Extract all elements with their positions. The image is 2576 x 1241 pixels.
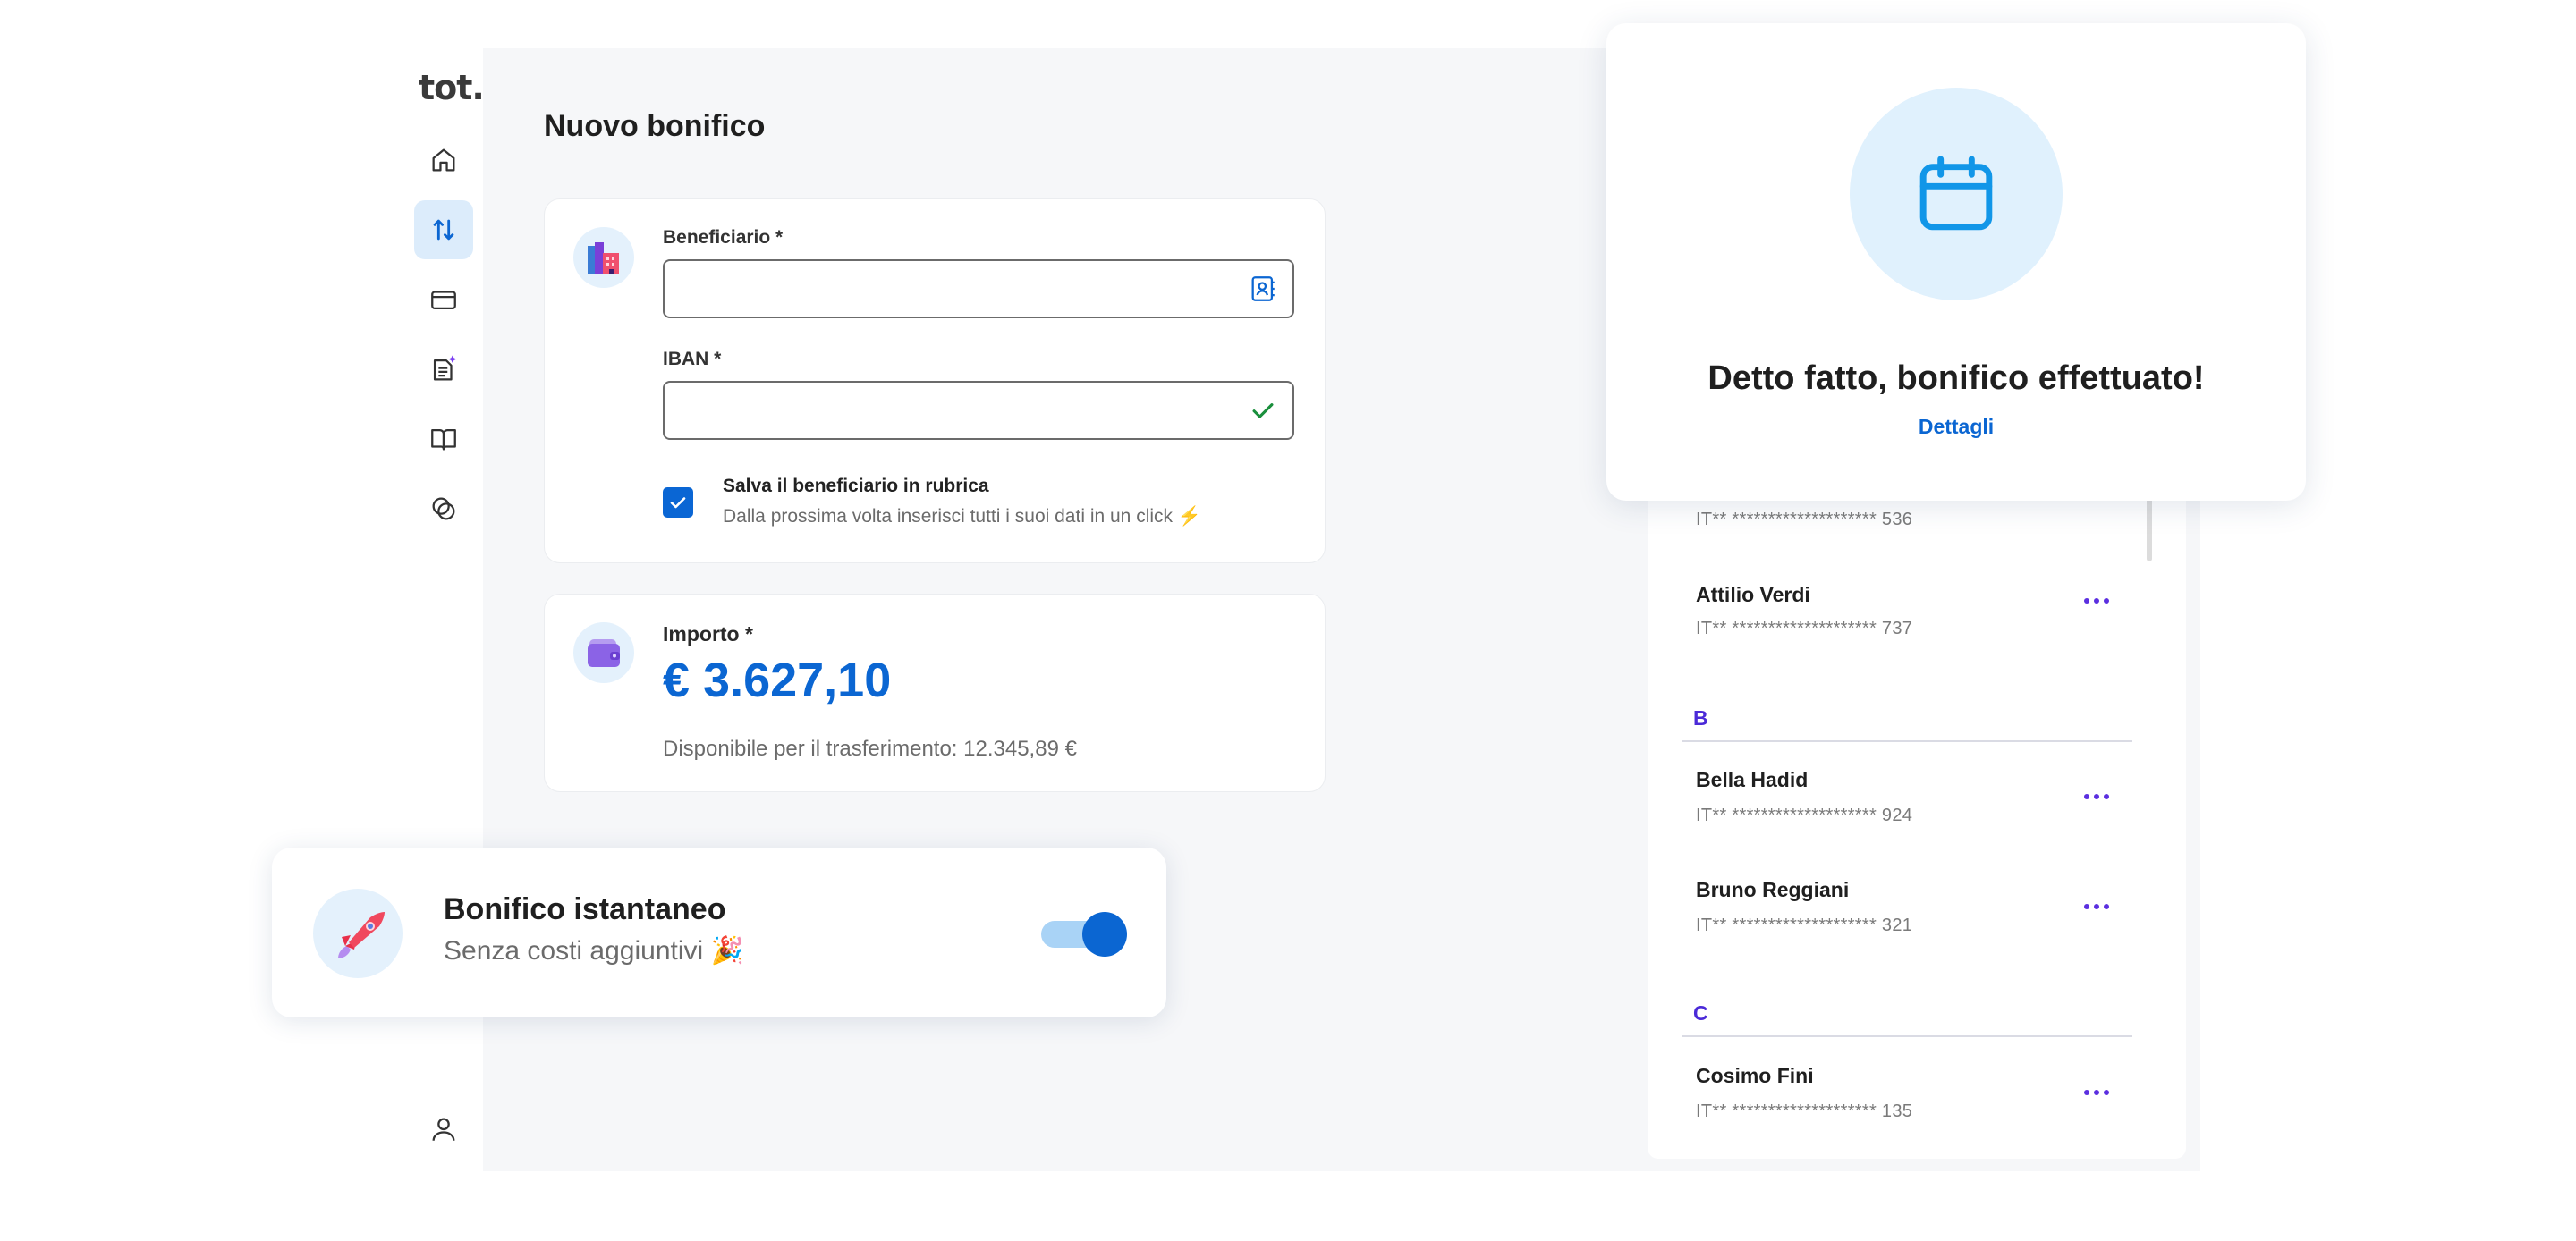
nav-transfers[interactable]	[414, 200, 473, 259]
transfer-arrows-icon	[433, 219, 454, 241]
building-icon	[588, 242, 619, 274]
nav-documents[interactable]	[414, 340, 473, 399]
nav-investments[interactable]	[414, 479, 473, 538]
address-book-icon[interactable]	[1248, 274, 1278, 304]
contact-iban: IT** ******************** 924	[1696, 806, 1913, 825]
available-balance: Disponibile per il trasferimento: 12.345…	[663, 737, 1077, 761]
amount-value[interactable]: € 3.627,10	[663, 653, 891, 708]
section-letter: C	[1693, 1001, 1708, 1025]
calendar-icon	[1919, 156, 1993, 231]
instant-transfer-card	[272, 848, 1166, 1017]
contact-iban: IT** ******************** 536	[1696, 510, 1913, 529]
contact-name[interactable]: Cosimo Fini	[1696, 1064, 1814, 1088]
user-icon	[432, 1118, 455, 1141]
section-letter: B	[1693, 706, 1708, 730]
home-icon	[432, 148, 455, 172]
nav-guide[interactable]	[414, 409, 473, 469]
checkmark-icon	[670, 497, 686, 509]
nav-home[interactable]	[414, 131, 473, 190]
beneficiary-input[interactable]	[663, 259, 1294, 318]
rocket-icon	[338, 912, 385, 958]
contact-name[interactable]: Bruno Reggiani	[1696, 878, 1849, 902]
more-options-icon[interactable]	[2079, 1079, 2114, 1106]
nav-cards[interactable]	[414, 270, 473, 329]
contact-iban: IT** ******************** 135	[1696, 1102, 1913, 1121]
amount-card	[544, 594, 1326, 792]
section-divider	[1682, 1035, 2132, 1037]
card-icon	[431, 291, 456, 310]
amount-label: Importo *	[663, 622, 753, 646]
toggle-knob[interactable]	[1082, 912, 1127, 957]
wallet-avatar	[573, 622, 634, 683]
check-icon	[1252, 403, 1274, 418]
contact-name[interactable]: Bella Hadid	[1696, 768, 1808, 792]
iban-label: IBAN *	[663, 349, 722, 369]
more-options-icon[interactable]	[2079, 783, 2114, 810]
iban-input[interactable]	[663, 381, 1294, 440]
calendar-badge	[1850, 88, 2063, 300]
contact-iban: IT** ******************** 321	[1696, 916, 1913, 935]
contact-iban: IT** ******************** 737	[1696, 619, 1913, 638]
save-beneficiary-subtitle: Dalla prossima volta inserisci tutti i s…	[723, 506, 1202, 527]
page-title: Nuovo bonifico	[544, 109, 766, 143]
save-beneficiary-checkbox[interactable]	[663, 487, 693, 518]
success-title: Detto fatto, bonifico effettuato!	[1707, 359, 2205, 397]
circles-icon	[432, 497, 455, 520]
details-link[interactable]: Dettagli	[1606, 415, 2306, 439]
document-sparkle-icon	[433, 355, 456, 381]
save-beneficiary-title: Salva il beneficiario in rubrica	[723, 476, 989, 496]
instant-transfer-subtitle: Senza costi aggiuntivi 🎉	[444, 936, 744, 966]
beneficiary-avatar	[573, 227, 634, 288]
nav-profile[interactable]	[414, 1100, 473, 1159]
more-options-icon[interactable]	[2079, 587, 2114, 614]
app-logo[interactable]: tot.	[419, 68, 485, 107]
contact-name[interactable]: Attilio Verdi	[1696, 583, 1810, 607]
wallet-icon	[588, 639, 620, 667]
rocket-avatar	[313, 889, 402, 978]
book-icon	[431, 428, 456, 451]
section-divider	[1682, 740, 2132, 742]
beneficiary-label: Beneficiario *	[663, 227, 784, 248]
instant-transfer-title: Bonifico istantaneo	[444, 892, 726, 926]
more-options-icon[interactable]	[2079, 893, 2114, 920]
